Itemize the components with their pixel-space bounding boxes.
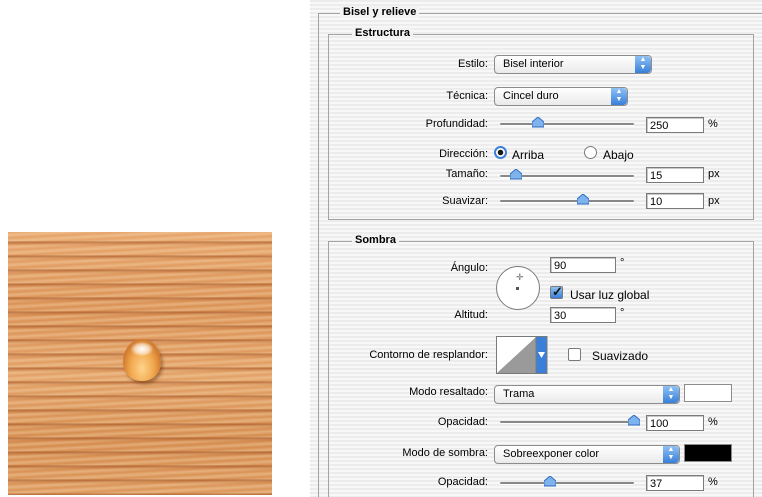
shadow-mode-select[interactable]: Sobreexponer color ▲ ▼ [494,445,680,464]
depth-slider[interactable] [500,116,634,130]
dial-center [516,287,519,290]
size-unit: px [708,168,720,180]
direction-up-radio[interactable] [494,146,507,159]
chevron-updown-icon: ▲ ▼ [663,386,679,403]
style-value: Bisel interior [503,58,564,70]
style-label: Estilo: [458,58,488,70]
shadow-opacity-slider[interactable] [500,475,634,489]
highlight-opacity-slider[interactable] [500,414,641,428]
contour-curve-icon [496,336,548,374]
highlight-mode-label: Modo resaltado: [409,386,488,398]
technique-value: Cincel duro [503,90,559,102]
drop-highlight [131,342,153,356]
altitude-field[interactable]: 30 [550,307,616,323]
wood-texture-preview [8,232,272,495]
crosshair-icon: ✛ [516,272,524,282]
direction-up-label[interactable]: Arriba [512,148,544,162]
style-select[interactable]: Bisel interior ▲ ▼ [494,55,652,74]
soften-label: Suavizar: [442,195,488,207]
size-field[interactable]: 15 [646,167,704,183]
altitude-label: Altitud: [454,309,488,321]
global-light-label[interactable]: Usar luz global [570,288,649,302]
shadow-opacity-unit: % [708,476,718,488]
highlight-mode-select[interactable]: Trama ▲ ▼ [494,385,680,404]
angle-dial[interactable]: ✛ [496,266,540,310]
technique-select[interactable]: Cincel duro ▲ ▼ [494,87,628,106]
angle-unit: ° [620,257,625,269]
checkmark-icon: ✓ [552,284,563,299]
highlight-mode-value: Trama [503,388,535,400]
slider-thumb-icon[interactable] [531,116,545,128]
shadow-opacity-field[interactable]: 37 [646,475,704,491]
direction-down-radio[interactable] [584,146,597,159]
angle-field[interactable]: 90 [550,257,616,273]
slider-thumb-icon[interactable] [543,475,557,487]
water-drop-image [123,339,161,381]
highlight-opacity-field[interactable]: 100 [646,415,704,431]
slider-thumb-icon[interactable] [627,414,641,426]
chevron-updown-icon: ▲ ▼ [663,446,679,463]
technique-label: Técnica: [446,90,488,102]
depth-unit: % [708,118,718,130]
shadow-color-swatch[interactable] [684,444,732,462]
chevron-updown-icon: ▲ ▼ [635,56,651,73]
shadow-mode-value: Sobreexponer color [503,448,600,460]
depth-label: Profundidad: [425,118,488,130]
structure-title: Estructura [352,27,414,39]
chevron-updown-icon: ▲ ▼ [611,88,627,105]
size-slider[interactable] [500,168,634,182]
soften-unit: px [708,195,720,207]
highlight-opacity-unit: % [708,416,718,428]
shading-title: Sombra [352,234,399,246]
altitude-unit: ° [620,307,625,319]
slider-thumb-icon[interactable] [509,168,523,180]
soften-field[interactable]: 10 [646,193,704,209]
highlight-opacity-label: Opacidad: [437,416,488,428]
antialiased-checkbox[interactable] [568,348,581,361]
bevel-emboss-panel: Bisel y relieve Estructura Estilo: Bisel… [310,0,762,497]
gloss-contour-label: Contorno de resplandor: [369,349,488,361]
antialiased-label[interactable]: Suavizado [592,349,648,363]
direction-label: Dirección: [439,148,488,160]
size-label: Tamaño: [445,168,488,180]
global-light-checkbox[interactable]: ✓ [550,284,563,299]
depth-field[interactable]: 250 [646,117,704,133]
direction-down-label[interactable]: Abajo [603,148,634,162]
shadow-mode-label: Modo de sombra: [402,447,488,459]
gloss-contour-picker[interactable] [496,336,548,374]
bevel-title: Bisel y relieve [340,6,420,18]
angle-label: Ángulo: [450,262,488,274]
shadow-opacity-label: Opacidad: [437,476,488,488]
slider-thumb-icon[interactable] [576,193,590,205]
soften-slider[interactable] [500,193,634,207]
highlight-color-swatch[interactable] [684,384,732,402]
